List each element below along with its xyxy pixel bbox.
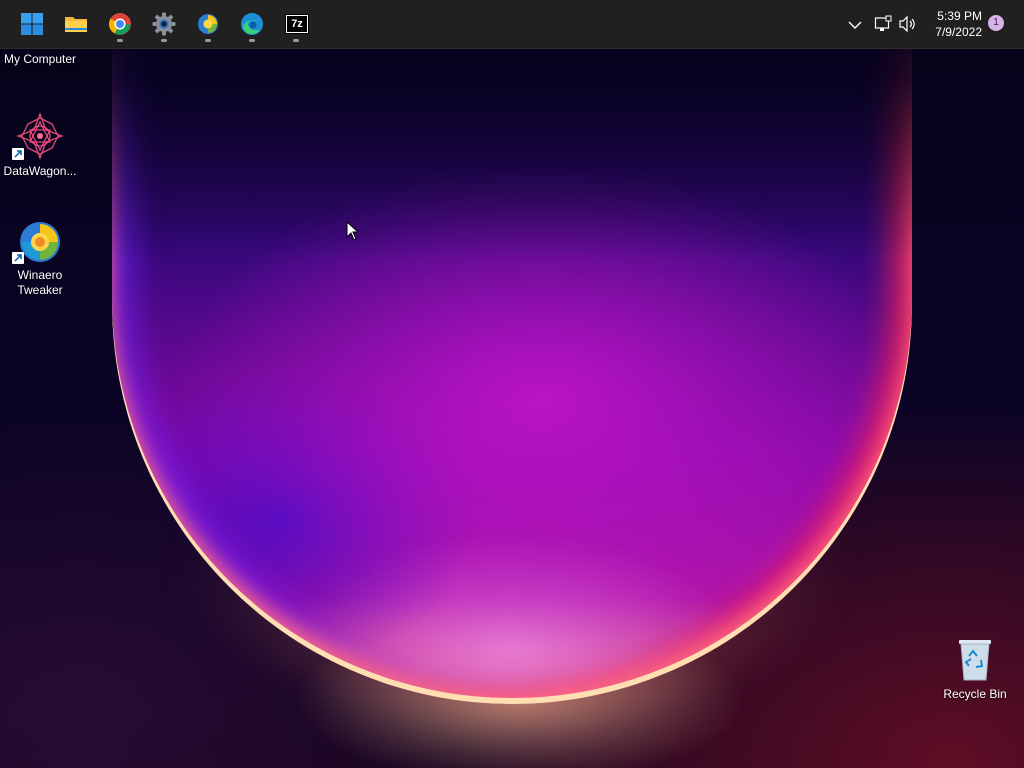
clock-time: 5:39 PM [937,9,982,23]
taskbar-chrome[interactable] [102,6,138,42]
taskbar-file-explorer[interactable] [58,6,94,42]
running-indicator [293,39,299,42]
desktop-icon-label-line2: Tweaker [17,283,63,297]
show-hidden-icons-chevron-icon[interactable] [848,17,862,35]
taskbar-clock[interactable]: 5:39 PM 7/9/2022 [912,8,982,40]
taskbar-winaero-tweaker[interactable] [190,6,226,42]
desktop-icon-label: DataWagon... [3,164,77,178]
gear-icon [152,12,176,36]
mouse-cursor-icon [346,220,360,246]
taskbar-settings[interactable] [146,6,182,42]
datawagon-icon [12,112,64,160]
taskbar: 7z 5:39 PM 7/9/2022 1 [0,0,1024,49]
folder-icon [65,17,87,32]
7zip-icon: 7z [285,14,309,34]
desktop-icon-label: Recycle Bin [943,687,1007,701]
desktop-icon-label-line1: Winaero [17,268,63,282]
winaero-tweaker-icon [12,218,64,266]
clock-date: 7/9/2022 [935,25,982,39]
running-indicator [161,39,167,42]
desktop-icon-winaero-tweaker[interactable]: Winaero Tweaker [0,218,80,298]
shortcut-arrow-icon [12,252,24,264]
desktop[interactable]: My Computer DataWagon... Winaero Tweaker… [0,0,1024,768]
notification-badge[interactable]: 1 [988,15,1004,31]
running-indicator [205,39,211,42]
desktop-icon-datawagon[interactable]: DataWagon... [0,112,80,179]
taskbar-edge[interactable] [234,6,270,42]
network-icon[interactable] [874,15,892,38]
7zip-icon-label: 7z [287,16,307,32]
running-indicator [249,39,255,42]
desktop-icon-recycle-bin[interactable]: Recycle Bin [935,638,1015,702]
edge-icon [241,13,263,35]
winaero-tweaker-icon [198,14,218,34]
start-button[interactable] [14,6,50,42]
windows-logo-icon [21,13,43,35]
taskbar-7zip[interactable]: 7z [278,6,314,42]
running-indicator [117,39,123,42]
chrome-icon [109,13,131,35]
desktop-icon-label: My Computer [3,52,77,66]
recycle-bin-icon [955,638,995,682]
shortcut-arrow-icon [12,148,24,160]
